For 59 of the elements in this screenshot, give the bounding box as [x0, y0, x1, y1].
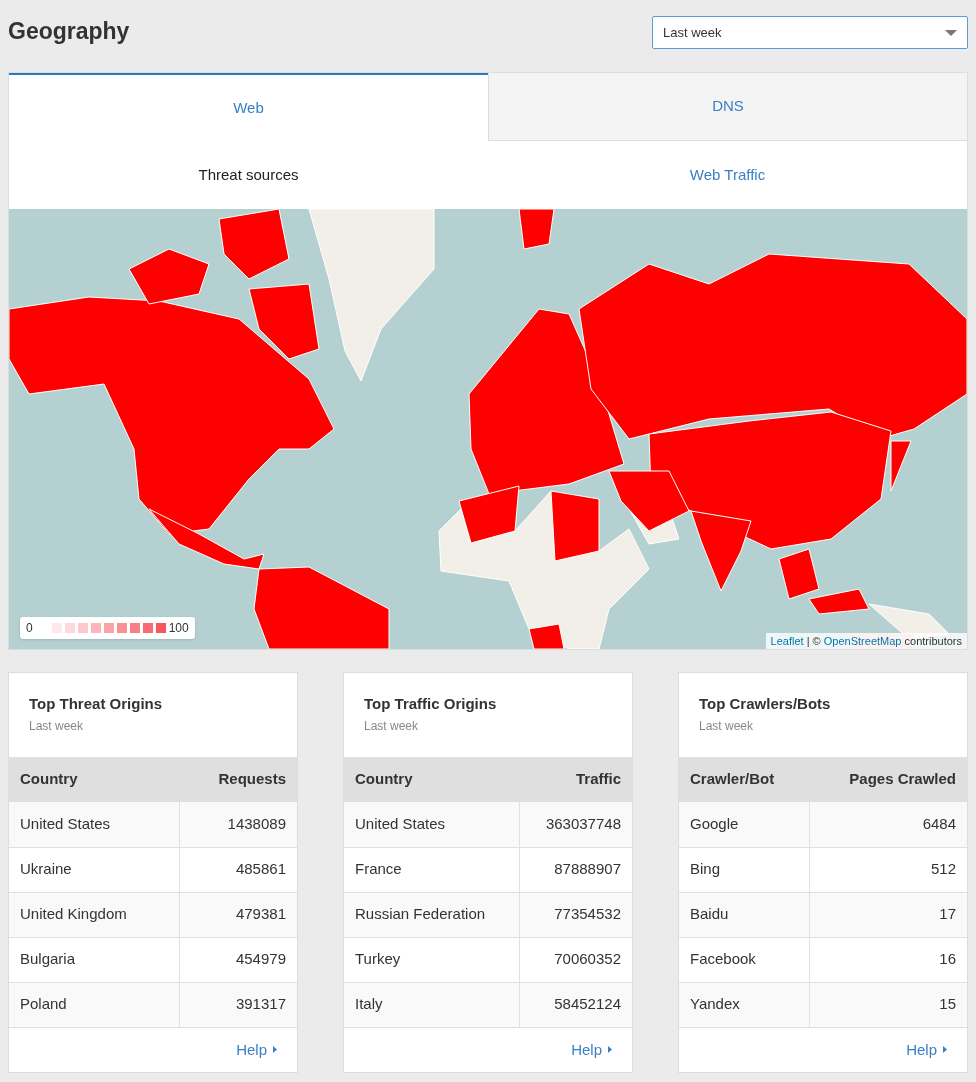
- table-cell: Yandex: [679, 982, 810, 1027]
- subtab[interactable]: Web Traffic: [488, 141, 967, 209]
- help-link[interactable]: Help: [236, 1038, 277, 1061]
- card-subtitle: Last week: [699, 718, 755, 734]
- table-cell: 363037748: [519, 802, 632, 847]
- caret-icon: [273, 1046, 277, 1054]
- column-header: Country: [9, 757, 180, 802]
- page-title: Geography: [8, 17, 130, 46]
- help-link[interactable]: Help: [571, 1038, 612, 1061]
- column-header: Pages Crawled: [809, 757, 967, 802]
- table-cell: Google: [679, 802, 810, 847]
- table-cell: 58452124: [519, 982, 632, 1027]
- table-cell: 17: [809, 892, 967, 937]
- period-select[interactable]: Last week: [652, 16, 968, 49]
- caret-icon: [945, 29, 957, 36]
- table-cell: 485861: [179, 847, 297, 892]
- table-cell: Russian Federation: [344, 892, 520, 937]
- table-cell: 454979: [179, 937, 297, 982]
- table-cell: 87888907: [519, 847, 632, 892]
- table-cell: 479381: [179, 892, 297, 937]
- table-cell: 6484: [809, 802, 967, 847]
- table-cell: Turkey: [344, 937, 520, 982]
- table-cell: France: [344, 847, 520, 892]
- table-cell: 16: [809, 937, 967, 982]
- legend-min-label: 0: [26, 620, 33, 637]
- help-link[interactable]: Help: [906, 1038, 947, 1061]
- attribution-link[interactable]: Leaflet: [770, 635, 804, 647]
- table-cell: Facebook: [679, 937, 810, 982]
- table-cell: Italy: [344, 982, 520, 1027]
- subtab[interactable]: Threat sources: [9, 141, 488, 209]
- attribution-link[interactable]: OpenStreetMap: [823, 635, 902, 647]
- legend-max-label: 100: [168, 620, 189, 637]
- table-cell: 70060352: [519, 937, 632, 982]
- table-cell: United States: [9, 802, 180, 847]
- table-cell: Bing: [679, 847, 810, 892]
- table-cell: United Kingdom: [9, 892, 180, 937]
- table-cell: Poland: [9, 982, 180, 1027]
- column-header: Crawler/Bot: [679, 757, 810, 802]
- tab[interactable]: DNS: [488, 73, 967, 141]
- table-cell: Baidu: [679, 892, 810, 937]
- card-title: Top Threat Origins: [29, 694, 164, 714]
- column-header: Requests: [179, 757, 297, 802]
- map-attribution: Leaflet | © OpenStreetMap contributors: [765, 633, 967, 649]
- card-title: Top Traffic Origins: [364, 694, 498, 714]
- table-cell: United States: [344, 802, 520, 847]
- table-cell: 512: [809, 847, 967, 892]
- table-cell: Bulgaria: [9, 937, 180, 982]
- table-cell: 1438089: [179, 802, 297, 847]
- table-cell: 77354532: [519, 892, 632, 937]
- table-cell: 391317: [179, 982, 297, 1027]
- card-subtitle: Last week: [364, 718, 420, 734]
- column-header: Traffic: [519, 757, 632, 802]
- caret-icon: [943, 1046, 947, 1054]
- card-title: Top Crawlers/Bots: [699, 694, 832, 714]
- caret-icon: [608, 1046, 612, 1054]
- table-cell: 15: [809, 982, 967, 1027]
- table-cell: Ukraine: [9, 847, 180, 892]
- column-header: Country: [344, 757, 520, 802]
- card-subtitle: Last week: [29, 718, 85, 734]
